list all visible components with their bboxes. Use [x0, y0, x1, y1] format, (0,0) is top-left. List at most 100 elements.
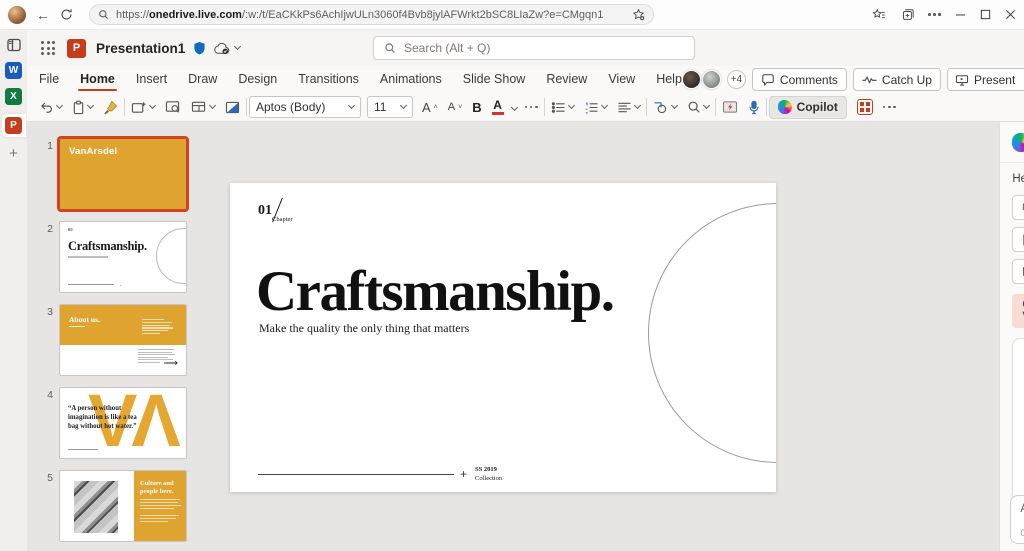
tab-file[interactable]: File	[39, 68, 59, 91]
slide-title-text[interactable]: Craftsmanship.	[256, 259, 613, 324]
presence-avatar-1[interactable]	[682, 70, 701, 89]
comments-button[interactable]: Comments	[752, 68, 847, 91]
search-box[interactable]: Search (Alt + Q)	[373, 36, 695, 60]
font-name-combo[interactable]: Aptos (Body)	[249, 96, 361, 118]
presence-avatar-2[interactable]	[702, 70, 721, 89]
align-button[interactable]	[613, 98, 644, 117]
copilot-toolbar-button[interactable]: Copilot	[769, 96, 847, 119]
undo-button[interactable]	[35, 98, 66, 117]
browser-profile-avatar[interactable]	[8, 6, 26, 24]
autosave-cloud-icon[interactable]	[213, 42, 230, 55]
refresh-icon[interactable]	[60, 8, 73, 21]
save-status-chevron-icon[interactable]	[234, 43, 241, 50]
slide-number: 2	[41, 221, 53, 293]
maximize-icon[interactable]	[980, 9, 991, 20]
thumb5-title: Culture and people here.	[140, 480, 181, 497]
search-icon	[98, 9, 109, 20]
designer-pane-button[interactable]	[853, 96, 877, 118]
quick-toolbar: Aptos (Body) 11 A˄ A˅ B A	[27, 93, 1024, 122]
address-bar[interactable]: https://onedrive.live.com/:w:/t/EaCKkPs6…	[89, 4, 654, 25]
grow-font-button[interactable]: A˄	[418, 97, 442, 118]
slide-footer-group[interactable]: + SS 2019 Collection	[258, 466, 502, 482]
thumbnail-slide-1[interactable]: VanArsdel	[59, 138, 187, 210]
browser-settings-icon[interactable]	[928, 13, 941, 16]
add-app-icon[interactable]: +	[9, 146, 18, 161]
powerpoint-logo-icon[interactable]: P	[67, 39, 86, 58]
suggestion-add-slide[interactable]: Add a slide about...	[1012, 259, 1024, 284]
dictate-mic-icon[interactable]	[744, 97, 764, 118]
designer-ideas-icon[interactable]	[718, 97, 742, 117]
search-icon	[384, 42, 396, 54]
back-icon[interactable]: ←	[36, 7, 50, 23]
ribbon-tab-row: File Home Insert Draw Design Transitions…	[27, 66, 1024, 93]
url-text: https://onedrive.live.com/:w:/t/EaCKkPs6…	[116, 9, 603, 21]
slide-canvas[interactable]: 01 Chapter Craftsmanship. Make the quali…	[230, 183, 776, 492]
tab-animations[interactable]: Animations	[380, 68, 442, 91]
copilot-chat-area: Here are some things you can try... Crea…	[1000, 162, 1024, 551]
m365-header: P Presentation1 Search (Alt + Q)	[27, 30, 1024, 66]
format-painter-icon[interactable]	[99, 97, 122, 118]
tab-transitions[interactable]: Transitions	[298, 68, 359, 91]
close-icon[interactable]	[1005, 9, 1016, 20]
suggestion-create-from-file[interactable]: Create presentation from file...	[1012, 227, 1024, 252]
word-app-icon[interactable]: W	[5, 62, 22, 79]
thumbnail-slide-3[interactable]: About us. ⟶	[59, 304, 187, 376]
font-color-button[interactable]: A	[488, 96, 508, 118]
minimize-icon[interactable]	[955, 9, 966, 20]
more-font-options-icon[interactable]	[521, 103, 542, 112]
numbering-button[interactable]	[580, 98, 611, 117]
favorites-icon[interactable]	[872, 8, 886, 22]
slide-number: 5	[41, 470, 53, 542]
font-color-dropdown-icon[interactable]	[511, 103, 518, 110]
tab-review[interactable]: Review	[546, 68, 587, 91]
present-primary[interactable]: Present	[948, 69, 1022, 90]
tab-slide-show[interactable]: Slide Show	[463, 68, 526, 91]
app-launcher-icon[interactable]	[41, 41, 55, 55]
catch-up-button[interactable]: Catch Up	[853, 68, 941, 91]
copilot-logo-icon	[1012, 133, 1024, 152]
search-placeholder: Search (Alt + Q)	[404, 41, 490, 55]
collections-icon[interactable]	[900, 8, 914, 22]
chapter-text-box[interactable]: 01 Chapter	[258, 201, 293, 223]
sidebar-layout-icon[interactable]	[6, 37, 22, 53]
powerpoint-app-active[interactable]: P	[2, 114, 26, 137]
tab-home[interactable]: Home	[80, 68, 115, 91]
paste-button[interactable]	[68, 97, 97, 118]
bullets-button[interactable]	[547, 98, 578, 117]
shapes-button[interactable]	[649, 98, 681, 117]
tab-design[interactable]: Design	[238, 68, 277, 91]
suggestion-create-presentation[interactable]: Create a presentation...	[1012, 195, 1024, 220]
presence-overflow-badge[interactable]: +4	[727, 70, 746, 89]
copilot-input-box[interactable]: 0/2000	[1010, 495, 1024, 544]
designer-preview-button[interactable]	[161, 97, 185, 117]
tab-insert[interactable]: Insert	[136, 68, 167, 91]
shape-fill-button[interactable]	[221, 98, 244, 117]
add-favorite-icon[interactable]	[632, 8, 645, 21]
slide-circle-shape[interactable]	[648, 203, 776, 463]
sensitivity-shield-icon[interactable]	[193, 41, 206, 55]
toolbar-overflow-icon[interactable]	[879, 103, 900, 112]
comment-icon	[761, 73, 775, 86]
layout-button[interactable]	[187, 97, 219, 117]
font-size-combo[interactable]: 11	[367, 96, 413, 118]
thumb5-photo	[74, 481, 118, 533]
slide-subtitle-text[interactable]: Make the quality the only thing that mat…	[259, 321, 469, 336]
tab-view[interactable]: View	[608, 68, 635, 91]
bold-button[interactable]: B	[468, 97, 485, 118]
edge-sidebar: W X P +	[0, 30, 27, 551]
slide-number: 3	[41, 304, 53, 376]
present-button[interactable]: Present	[947, 68, 1024, 91]
thumbnail-slide-2[interactable]: 01/ Craftsmanship. +	[59, 221, 187, 293]
document-title[interactable]: Presentation1	[96, 41, 185, 56]
copilot-input-field[interactable]	[1020, 503, 1024, 519]
tab-draw[interactable]: Draw	[188, 68, 217, 91]
thumbnail-slide-5[interactable]: Culture and people here.	[59, 470, 187, 542]
thumbnail-slide-4[interactable]: VΛ “A person without imagination is like…	[59, 387, 187, 459]
tab-help[interactable]: Help	[656, 68, 682, 91]
find-button[interactable]	[683, 97, 713, 117]
thumb3-arrow-icon: ⟶	[164, 359, 178, 369]
new-slide-button[interactable]	[127, 97, 159, 117]
slide-thumbnail-panel: 1 VanArsdel 2 01/ Craftsmanship. +	[27, 122, 210, 551]
shrink-font-button[interactable]: A˅	[444, 98, 466, 116]
excel-app-icon[interactable]: X	[5, 88, 22, 105]
